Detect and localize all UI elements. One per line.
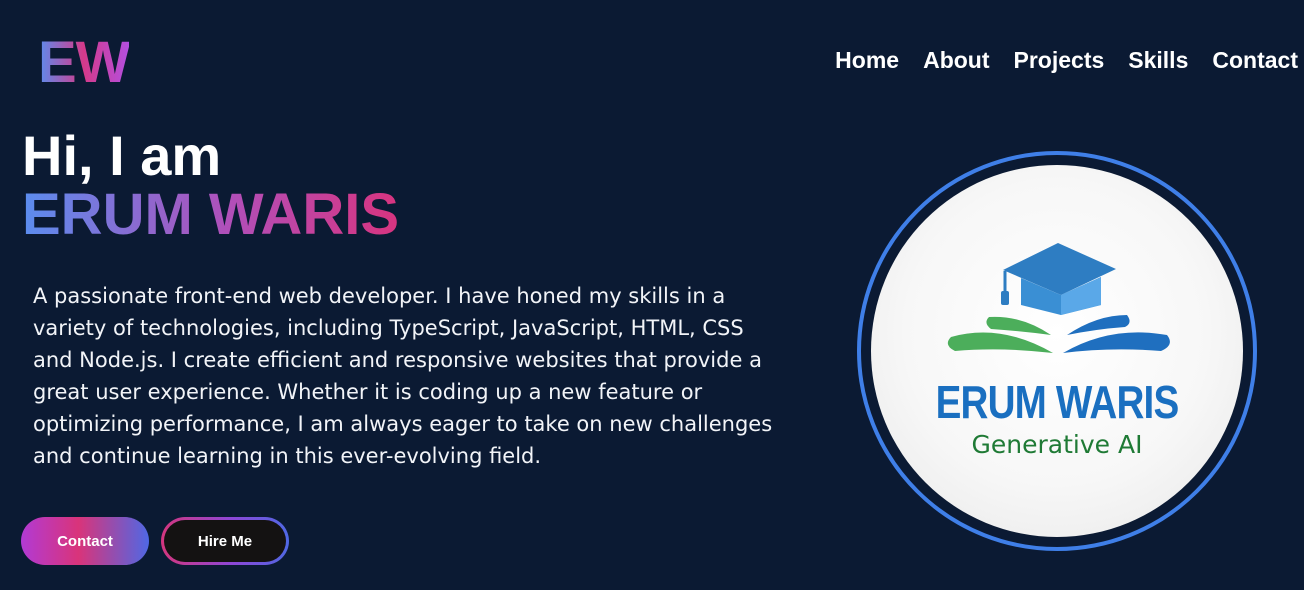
hero-bio: A passionate front-end web developer. I … [33,284,773,468]
hero-greeting: Hi, I am [22,124,222,187]
hire-me-button[interactable]: Hire Me [161,517,289,565]
nav-about-link[interactable]: About [923,44,989,76]
nav-home-link[interactable]: Home [835,44,899,76]
hire-me-label: Hire Me [164,520,286,562]
graduation-cap-book-icon [947,243,1170,353]
profile-image-title: ERUM WARIS [935,376,1180,428]
profile-image-subtitle: Generative AI [971,430,1143,459]
contact-button[interactable]: Contact [21,517,149,565]
site-logo[interactable]: EW [38,30,130,96]
profile-image-frame: ERUM WARIS Generative AI [857,151,1257,551]
hero-name: ERUM WARIS [22,182,399,247]
profile-image: ERUM WARIS Generative AI [871,165,1243,537]
main-nav: Home About Projects Skills Contact [835,44,1298,76]
nav-contact-link[interactable]: Contact [1212,44,1298,76]
nav-skills-link[interactable]: Skills [1128,44,1188,76]
nav-projects-link[interactable]: Projects [1014,44,1105,76]
